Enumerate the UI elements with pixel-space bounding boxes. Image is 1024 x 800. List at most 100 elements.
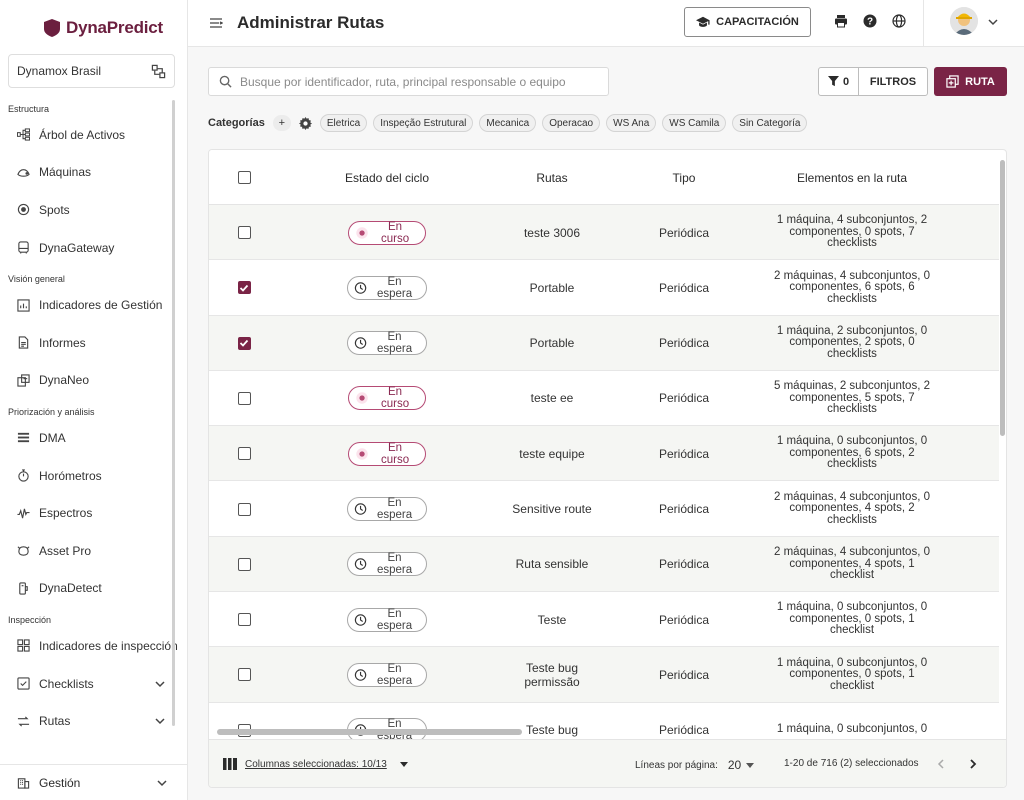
sidebar-item-dynadetect[interactable]: DynaDetect: [0, 570, 180, 608]
table-row[interactable]: En espera Teste bug permissão Periódica …: [209, 647, 999, 703]
category-chip[interactable]: WS Ana: [606, 114, 657, 132]
gateway-icon: [18, 241, 29, 254]
asset-pro-icon: [17, 546, 30, 556]
table-row[interactable]: En espera Sensitive route Periódica 2 má…: [209, 482, 999, 537]
select-all-checkbox[interactable]: [237, 171, 251, 184]
table-row[interactable]: En espera Teste Periódica 1 máquina, 0 s…: [209, 592, 999, 648]
printer-icon[interactable]: [834, 14, 848, 28]
add-route-label: RUTA: [965, 75, 995, 88]
row-checkbox[interactable]: [237, 391, 251, 405]
sidebar-item-horometros[interactable]: Horómetros: [0, 457, 180, 495]
search-input[interactable]: [240, 74, 600, 89]
table-row[interactable]: En espera Portable Periódica 1 máquina, …: [209, 315, 999, 371]
table-row[interactable]: En curso teste 3006 Periódica 1 máquina,…: [209, 205, 999, 261]
columns-selector[interactable]: Columnas seleccionadas: 10/13: [223, 758, 409, 770]
sidebar-item-spots[interactable]: Spots: [0, 191, 180, 229]
add-route-button[interactable]: RUTA: [934, 67, 1007, 96]
elements-cell: 1 máquina, 0 subconjuntos, 0 componentes…: [776, 435, 928, 471]
type-cell: Periódica: [658, 225, 710, 240]
elements-cell: 1 máquina, 4 subconjuntos, 2 componentes…: [776, 214, 928, 250]
row-checkbox[interactable]: [237, 447, 251, 461]
column-header-route[interactable]: Rutas: [502, 150, 602, 205]
row-checkbox[interactable]: [237, 502, 251, 516]
sidebar-item-arbol-de-activos[interactable]: Árbol de Activos: [0, 116, 180, 154]
graduation-cap-icon: [696, 16, 710, 27]
clock-icon: [354, 613, 367, 626]
table-row[interactable]: En espera Portable Periódica 2 máquinas,…: [209, 260, 999, 316]
svg-text:?: ?: [867, 17, 873, 28]
globe-icon[interactable]: [892, 14, 906, 28]
brand-logo[interactable]: DynaPredict: [0, 0, 187, 44]
elements-cell: 1 máquina, 0 subconjuntos, 0 componentes…: [776, 656, 928, 692]
user-avatar-icon: [950, 7, 978, 35]
sidebar-scrollbar[interactable]: [172, 100, 175, 726]
spectrum-icon: [17, 508, 30, 518]
row-checkbox[interactable]: [237, 336, 251, 350]
sidebar-item-rutas[interactable]: Rutas: [0, 702, 180, 740]
column-header-type[interactable]: Tipo: [634, 150, 734, 205]
previous-page-icon[interactable]: [935, 758, 947, 770]
table-vertical-scrollbar[interactable]: [1000, 160, 1005, 436]
table-row[interactable]: En curso teste equipe Periódica 1 máquin…: [209, 426, 999, 482]
category-chip[interactable]: Mecanica: [479, 114, 537, 132]
sidebar-item-dynaneo[interactable]: DynaNeo: [0, 362, 180, 400]
status-label: En espera: [376, 331, 413, 356]
sidebar-item-informes[interactable]: Informes: [0, 324, 180, 362]
clock-icon: [354, 558, 367, 571]
category-chip[interactable]: Sin Categoría: [732, 114, 808, 132]
sidebar-item-label: DynaGateway: [39, 240, 115, 255]
filters-button[interactable]: FILTROS: [859, 68, 927, 95]
chevron-down-icon[interactable]: [987, 16, 999, 28]
category-chip[interactable]: Inspeção Estrutural: [373, 114, 474, 132]
rows-per-page: Líneas por página: 20: [635, 758, 755, 772]
in-progress-icon: [356, 392, 368, 405]
dynaneo-icon: [17, 374, 30, 387]
row-checkbox[interactable]: [237, 226, 251, 239]
status-badge: En curso: [348, 441, 426, 466]
training-button[interactable]: CAPACITACIÓN: [684, 7, 811, 37]
sidebar-section-title: Priorización y análisis: [8, 407, 95, 418]
stopwatch-icon: [18, 469, 29, 482]
category-chip[interactable]: Operacao: [542, 114, 601, 132]
avatar[interactable]: [950, 7, 978, 35]
column-header-status[interactable]: Estado del ciclo: [327, 150, 447, 205]
sidebar-item-gestion[interactable]: Gestión: [0, 764, 188, 800]
search-field[interactable]: [208, 67, 609, 96]
rows-per-page-select[interactable]: 20: [728, 758, 755, 772]
sidebar-item-checklists[interactable]: Checklists: [0, 665, 180, 703]
gear-icon[interactable]: [298, 116, 312, 130]
next-page-icon[interactable]: [967, 758, 979, 770]
elements-cell: 1 máquina, 0 subconjuntos, 0: [776, 723, 928, 736]
sidebar-item-dynagateway[interactable]: DynaGateway: [0, 229, 180, 267]
filter-count-button[interactable]: 0: [819, 68, 859, 95]
pagination-range: 1-20 de 716 (2) seleccionados: [784, 758, 919, 769]
row-checkbox[interactable]: [237, 613, 251, 627]
table-horizontal-scrollbar[interactable]: [217, 729, 522, 735]
table-row[interactable]: En curso teste ee Periódica 5 máquinas, …: [209, 371, 999, 427]
table-row[interactable]: En espera Ruta sensible Periódica 2 máqu…: [209, 536, 999, 593]
sidebar-item-indicadores-de-inspeccion[interactable]: Indicadores de inspección: [0, 627, 180, 665]
sidebar-item-label: DynaNeo: [39, 373, 90, 388]
routes-table: Estado del ciclo Rutas Tipo Elementos en…: [208, 149, 1007, 788]
rows-per-page-value: 20: [727, 758, 742, 772]
table-footer: Columnas seleccionadas: 10/13 Líneas por…: [209, 739, 1006, 787]
type-cell: Periódica: [658, 391, 710, 406]
add-category-button[interactable]: +: [272, 115, 291, 131]
column-header-elements[interactable]: Elementos en la ruta: [772, 150, 932, 205]
help-icon[interactable]: ?: [863, 14, 877, 28]
category-chip[interactable]: Eletrica: [319, 114, 368, 132]
select-cell: [233, 316, 255, 371]
sidebar-item-maquinas[interactable]: Máquinas: [0, 154, 180, 192]
row-checkbox[interactable]: [237, 281, 251, 295]
row-checkbox[interactable]: [237, 557, 251, 571]
row-checkbox[interactable]: [237, 668, 251, 682]
company-selector[interactable]: Dynamox Brasil: [8, 54, 175, 88]
menu-toggle-icon[interactable]: [209, 16, 223, 30]
sidebar-item-dma[interactable]: DMA: [0, 419, 180, 457]
sidebar-item-indicadores-de-gestion[interactable]: Indicadores de Gestión: [0, 286, 180, 324]
sidebar-item-espectros[interactable]: Espectros: [0, 494, 180, 532]
category-chip[interactable]: WS Camila: [662, 114, 727, 132]
check-icon: [239, 339, 249, 347]
sidebar-item-asset-pro[interactable]: Asset Pro: [0, 532, 180, 570]
elements-cell: 2 máquinas, 4 subconjuntos, 0 componente…: [774, 269, 930, 305]
